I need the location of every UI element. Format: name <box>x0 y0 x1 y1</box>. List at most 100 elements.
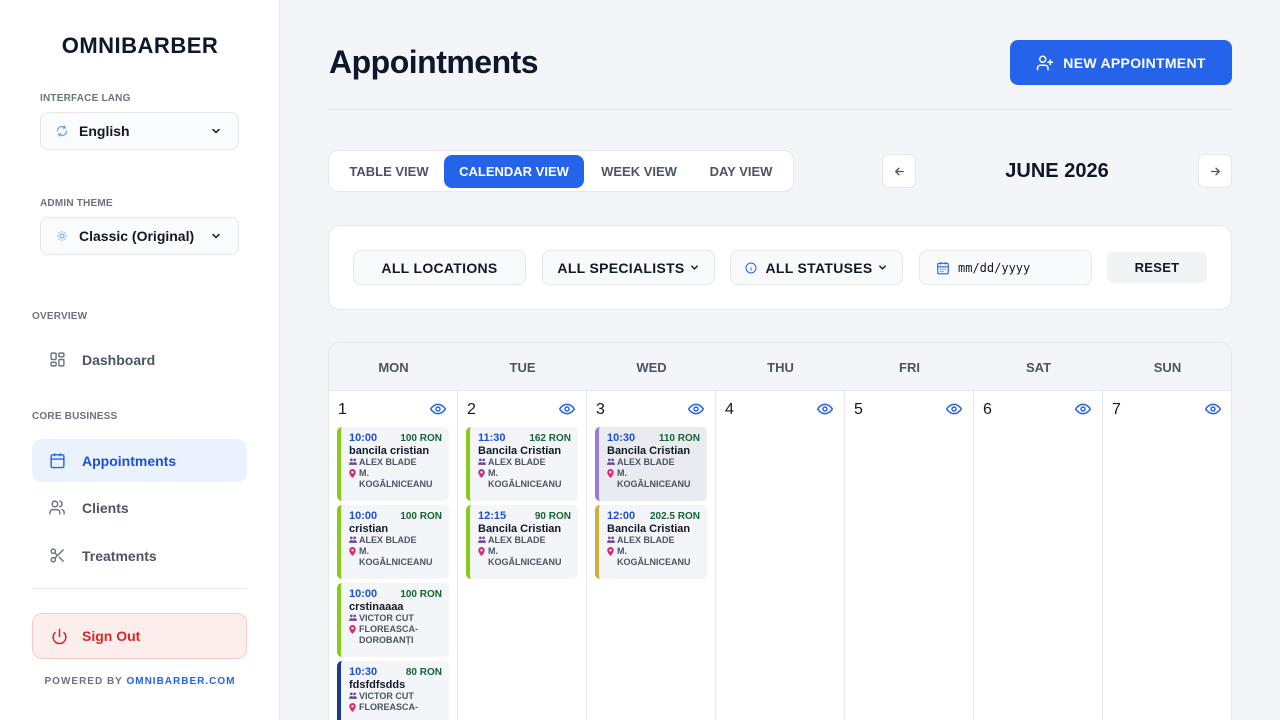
eye-icon[interactable] <box>688 403 704 415</box>
appointment-client: crstinaaaa <box>349 601 404 613</box>
tab-table-view[interactable]: TABLE VIEW <box>337 155 441 188</box>
interface-lang-select[interactable]: English <box>40 112 239 150</box>
sidebar-item-dashboard[interactable]: Dashboard <box>32 338 247 381</box>
appointment-card[interactable]: 11:30 162 RON Bancila Cristian ALEX BLADE… <box>466 427 578 501</box>
day-number: 6 <box>983 401 992 418</box>
power-icon <box>51 628 68 645</box>
appointment-time: 12:00 <box>607 510 636 522</box>
tab-week-view[interactable]: WEEK VIEW <box>587 155 691 188</box>
statuses-filter-label: ALL STATUSES <box>765 259 873 276</box>
appointment-client: Bancila Cristian <box>607 523 691 535</box>
sign-out-label: Sign Out <box>82 628 141 644</box>
appointment-card[interactable]: 10:00 100 RON bancila cristian ALEX BLADE… <box>337 427 449 501</box>
appointment-time: 10:30 <box>607 432 636 444</box>
pin-icon <box>607 468 617 490</box>
arrow-left-icon <box>893 165 906 178</box>
users-icon <box>478 535 488 546</box>
date-placeholder: mm/dd/yyyy <box>958 260 1031 275</box>
appointment-time: 11:30 <box>478 432 506 444</box>
interface-lang-value: English <box>79 123 130 139</box>
appointment-location: M. KOGĂLNICEANU <box>359 468 433 489</box>
day-cell[interactable]: 5 <box>845 391 974 720</box>
appointment-price: 100 RON <box>400 589 442 600</box>
admin-theme-label: ADMIN THEME <box>40 198 113 209</box>
new-appointment-button[interactable]: NEW APPOINTMENT <box>1010 40 1232 85</box>
statuses-filter[interactable]: ALL STATUSES <box>730 250 903 285</box>
next-month-button[interactable] <box>1198 154 1232 188</box>
day-cell[interactable]: 1 10:00 100 RON bancila cristian ALEX BLA… <box>329 391 458 720</box>
users-icon <box>349 613 359 624</box>
sidebar-item-appointments[interactable]: Appointments <box>32 439 247 482</box>
day-cell[interactable]: 7 <box>1103 391 1231 720</box>
brand-logo: OMNIBARBER <box>61 33 219 58</box>
arrow-right-icon <box>1209 165 1222 178</box>
eye-icon[interactable] <box>430 403 446 415</box>
eye-icon[interactable] <box>817 403 833 415</box>
user-plus-icon <box>1036 54 1054 72</box>
appointment-specialist: ALEX BLADE <box>488 457 546 467</box>
day-cell[interactable]: 3 10:30 110 RON Bancila Cristian ALEX BLA… <box>587 391 716 720</box>
weekday-wed: WED <box>636 359 667 375</box>
eye-icon[interactable] <box>559 403 575 415</box>
admin-theme-select[interactable]: Classic (Original) <box>40 217 239 255</box>
eye-icon[interactable] <box>1075 403 1091 415</box>
appointment-location: M. KOGĂLNICEANU <box>488 546 562 567</box>
specialists-filter[interactable]: ALL SPECIALISTS <box>542 250 715 285</box>
appointment-location: M. KOGĂLNICEANU <box>617 468 691 489</box>
pin-icon <box>607 546 617 568</box>
appointment-specialist: ALEX BLADE <box>617 457 675 467</box>
appointment-specialist: ALEX BLADE <box>359 535 417 545</box>
chevron-down-icon <box>210 229 224 243</box>
appointment-location: M. KOGĂLNICEANU <box>359 546 433 567</box>
sidebar-item-label: Appointments <box>82 452 177 469</box>
powered-by-link[interactable]: OMNIBARBER.COM <box>126 676 235 687</box>
day-number: 7 <box>1112 401 1121 418</box>
appointment-location: M. KOGĂLNICEANU <box>617 546 691 567</box>
day-cell[interactable]: 2 11:30 162 RON Bancila Cristian ALEX BLA… <box>458 391 587 720</box>
appointment-price: 110 RON <box>658 433 700 444</box>
appointment-card[interactable]: 10:30 110 RON Bancila Cristian ALEX BLADE… <box>595 427 707 501</box>
appointment-card[interactable]: 10:30 80 RON fdsfdfsdds VICTOR CUT FLOREA… <box>337 661 449 720</box>
appointment-specialist: VICTOR CUT <box>359 691 414 701</box>
eye-icon[interactable] <box>1205 403 1221 415</box>
sign-out-button[interactable]: Sign Out <box>32 613 247 659</box>
locations-filter[interactable]: ALL LOCATIONS <box>353 250 526 285</box>
day-cell[interactable]: 6 <box>974 391 1103 720</box>
scissors-icon <box>48 547 66 565</box>
view-tabs: TABLE VIEW CALENDAR VIEW WEEK VIEW DAY V… <box>328 150 794 192</box>
pin-icon <box>349 624 359 646</box>
palette-icon <box>55 229 69 243</box>
sidebar-item-label: Clients <box>82 499 129 516</box>
pin-icon <box>349 546 359 568</box>
day-number: 4 <box>725 401 734 418</box>
appointment-specialist: ALEX BLADE <box>617 535 675 545</box>
weekday-mon: MON <box>378 359 409 375</box>
tab-calendar-view[interactable]: CALENDAR VIEW <box>444 155 584 188</box>
sidebar-item-treatments[interactable]: Treatments <box>32 534 247 577</box>
locations-filter-label: ALL LOCATIONS <box>381 259 498 276</box>
pin-icon <box>478 468 488 490</box>
appointment-card[interactable]: 12:15 90 RON Bancila Cristian ALEX BLADE … <box>466 505 578 579</box>
appointment-location: M. KOGĂLNICEANU <box>488 468 562 489</box>
day-cell[interactable]: 4 <box>716 391 845 720</box>
appointment-location: FLOREASCA- <box>359 702 418 712</box>
appointment-specialist: VICTOR CUT <box>359 613 414 623</box>
date-filter-input[interactable]: mm/dd/yyyy <box>919 250 1092 285</box>
users-icon <box>607 457 617 468</box>
calendar-header: MON TUE WED THU FRI SAT SUN <box>329 343 1231 391</box>
sidebar-item-clients[interactable]: Clients <box>32 486 247 529</box>
pin-icon <box>349 468 359 490</box>
day-number: 3 <box>596 401 605 418</box>
reset-button[interactable]: RESET <box>1107 252 1207 283</box>
appointment-price: 100 RON <box>400 433 442 444</box>
appointment-card[interactable]: 10:00 100 RON cristian ALEX BLADE M. KOGĂ… <box>337 505 449 579</box>
prev-month-button[interactable] <box>882 154 916 188</box>
appointment-time: 12:15 <box>478 510 507 522</box>
eye-icon[interactable] <box>946 403 962 415</box>
appointment-card[interactable]: 10:00 100 RON crstinaaaa VICTOR CUT FLORE… <box>337 583 449 657</box>
tab-day-view[interactable]: DAY VIEW <box>693 155 789 188</box>
sidebar-item-label: Dashboard <box>82 351 156 368</box>
appointment-card[interactable]: 12:00 202.5 RON Bancila Cristian ALEX BLA… <box>595 505 707 579</box>
grid-icon <box>48 351 66 369</box>
powered-by: POWERED BY OMNIBARBER.COM <box>0 676 280 687</box>
